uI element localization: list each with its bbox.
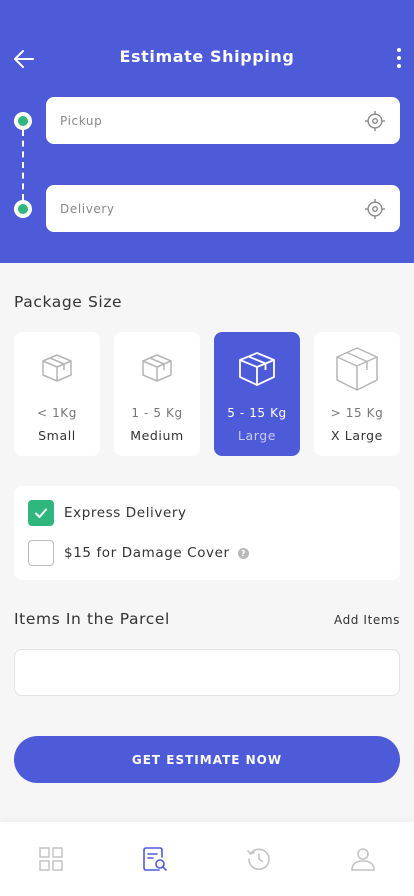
crosshair-icon[interactable] bbox=[364, 198, 386, 220]
damage-cover-checkbox[interactable] bbox=[28, 540, 54, 566]
route-line bbox=[22, 130, 24, 200]
box-icon bbox=[42, 354, 72, 382]
nav-estimate[interactable] bbox=[140, 844, 170, 874]
express-delivery-option[interactable]: Express Delivery bbox=[28, 500, 187, 526]
more-menu-button[interactable] bbox=[392, 45, 406, 71]
add-items-link[interactable]: Add Items bbox=[334, 613, 400, 627]
grid-icon bbox=[39, 847, 63, 871]
package-label: Small bbox=[38, 428, 76, 443]
pickup-input[interactable] bbox=[60, 113, 400, 128]
crosshair-icon[interactable] bbox=[364, 110, 386, 132]
package-option-small[interactable]: < 1Kg Small bbox=[14, 332, 100, 456]
box-icon bbox=[142, 354, 172, 382]
nav-home[interactable] bbox=[36, 844, 66, 874]
history-icon bbox=[247, 848, 270, 871]
package-weight: > 15 Kg bbox=[330, 406, 384, 420]
header: Estimate Shipping bbox=[0, 0, 414, 263]
nav-profile[interactable] bbox=[348, 844, 378, 874]
package-option-x-large[interactable]: > 15 Kg X Large bbox=[314, 332, 400, 456]
package-weight: 5 - 15 Kg bbox=[227, 406, 287, 420]
package-label: Medium bbox=[130, 428, 184, 443]
damage-cover-option[interactable]: $15 for Damage Cover ? bbox=[28, 540, 249, 566]
package-label: X Large bbox=[331, 428, 383, 443]
express-delivery-checkbox[interactable] bbox=[28, 500, 54, 526]
items-title: Items In the Parcel bbox=[14, 610, 170, 628]
package-weight: 1 - 5 Kg bbox=[131, 406, 183, 420]
items-input[interactable] bbox=[14, 649, 400, 696]
nav-history[interactable] bbox=[244, 844, 274, 874]
bottom-nav bbox=[0, 822, 414, 896]
delivery-input[interactable] bbox=[60, 201, 400, 216]
package-option-large[interactable]: 5 - 15 Kg Large bbox=[214, 332, 300, 456]
page-title: Estimate Shipping bbox=[119, 47, 295, 66]
help-icon[interactable]: ? bbox=[237, 547, 249, 559]
package-size-title: Package Size bbox=[14, 293, 123, 311]
more-vertical-icon bbox=[397, 48, 401, 52]
check-icon bbox=[35, 508, 47, 518]
express-delivery-label: Express Delivery bbox=[64, 505, 187, 521]
pickup-dot bbox=[14, 112, 32, 130]
box-icon bbox=[239, 352, 275, 386]
pickup-field-container bbox=[46, 97, 400, 144]
box-icon bbox=[336, 347, 378, 391]
delivery-dot bbox=[14, 200, 32, 218]
delivery-field-container bbox=[46, 185, 400, 232]
search-document-icon bbox=[143, 847, 167, 871]
damage-cover-label: $15 for Damage Cover bbox=[64, 545, 230, 561]
get-estimate-button[interactable]: GET ESTIMATE NOW bbox=[14, 736, 400, 783]
package-option-medium[interactable]: 1 - 5 Kg Medium bbox=[114, 332, 200, 456]
package-label: Large bbox=[237, 428, 277, 443]
user-icon bbox=[351, 848, 375, 871]
package-weight: < 1Kg bbox=[37, 406, 77, 420]
delivery-options: Express Delivery $15 for Damage Cover ? bbox=[14, 486, 400, 580]
